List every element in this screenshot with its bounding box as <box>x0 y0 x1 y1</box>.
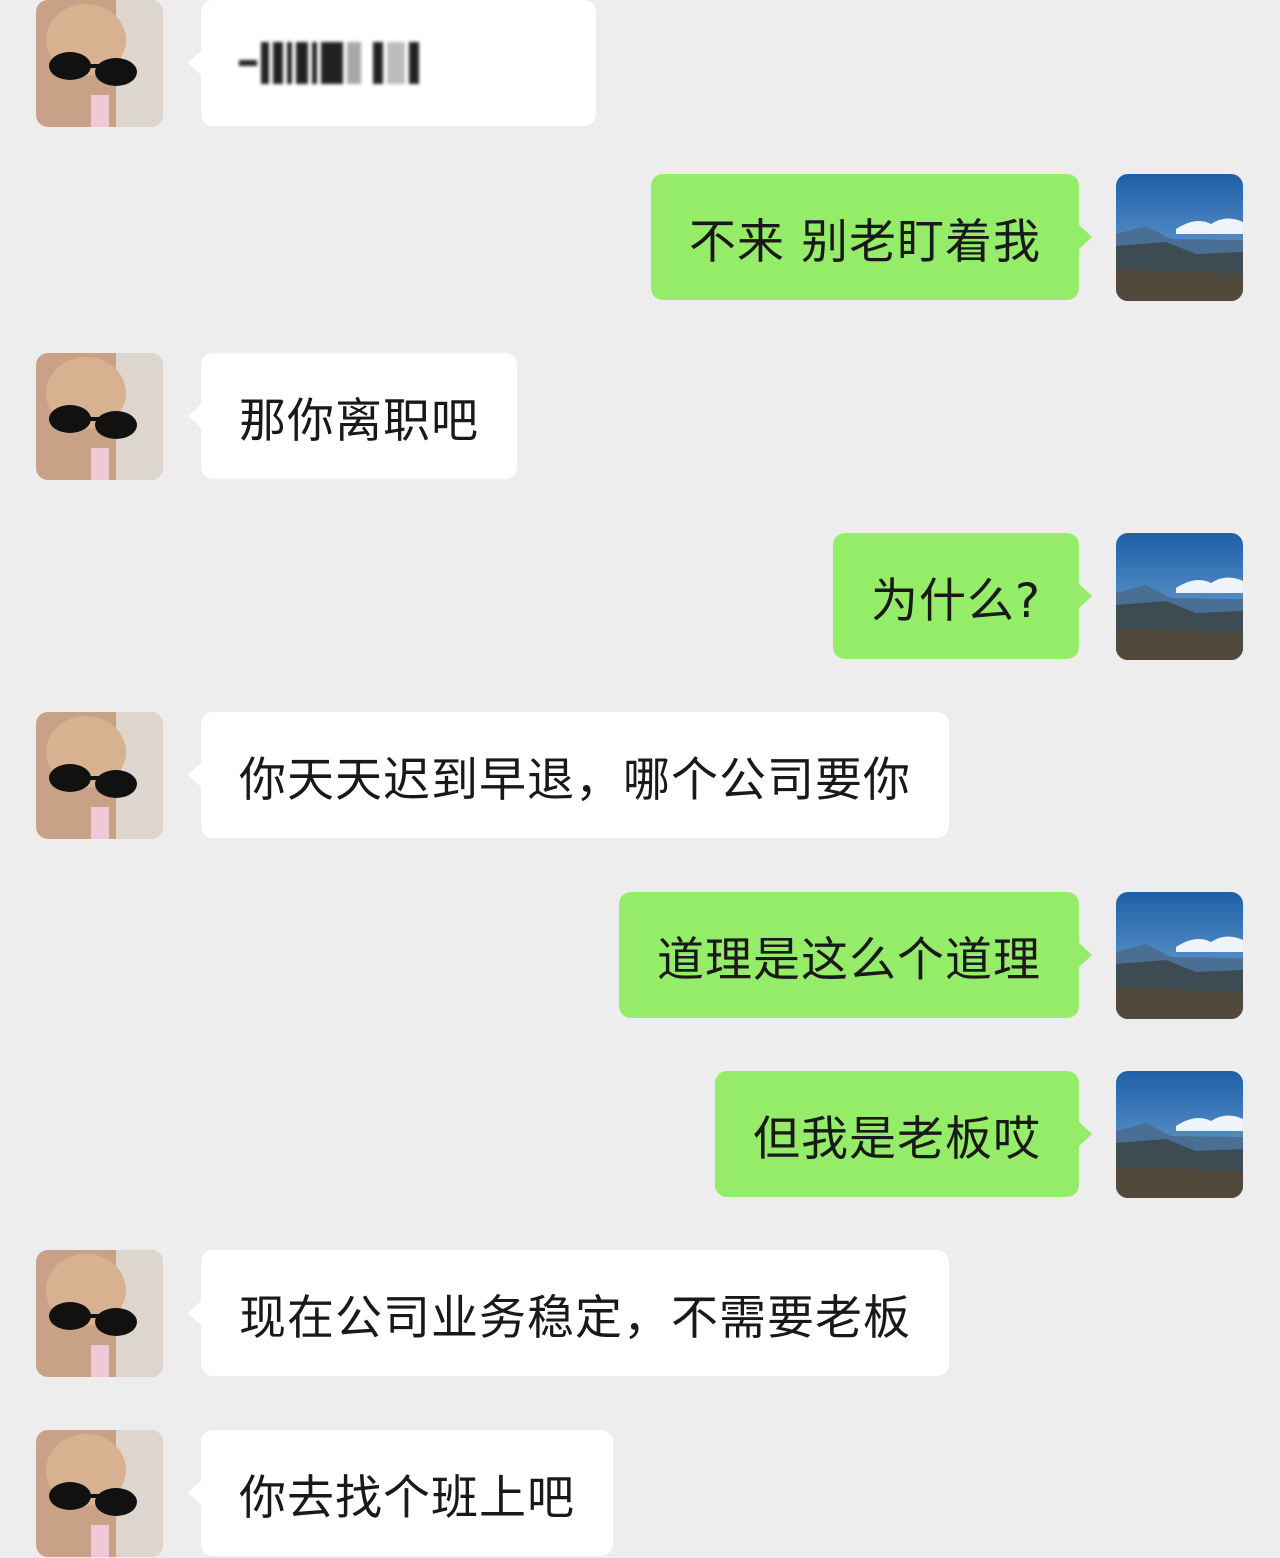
incoming-message-bubble[interactable]: 那你离职吧 <box>188 353 517 479</box>
incoming-message-bubble[interactable]: 现在公司业务稳定，不需要老板 <box>188 1250 949 1376</box>
message-row-outgoing: 不来 别老盯着我 <box>0 174 1280 302</box>
contact-avatar[interactable] <box>36 0 163 127</box>
message-text: 你天天迟到早退，哪个公司要你 <box>239 752 911 808</box>
contact-avatar[interactable] <box>36 1430 163 1557</box>
message-text: 现在公司业务稳定，不需要老板 <box>239 1290 911 1346</box>
message-row-incoming: 那你离职吧 <box>0 353 1280 481</box>
outgoing-message-bubble[interactable]: 不来 别老盯着我 <box>651 174 1092 300</box>
message-text: 但我是老板哎 <box>753 1111 1041 1167</box>
message-row-incoming: 你天天迟到早退，哪个公司要你 <box>0 712 1280 840</box>
redacted-text <box>239 33 419 93</box>
incoming-message-bubble[interactable]: 你去找个班上吧 <box>188 1430 613 1556</box>
message-text: 不来 别老盯着我 <box>689 214 1041 270</box>
message-text: 道理是这么个道理 <box>657 932 1041 988</box>
message-text: 那你离职吧 <box>239 393 479 449</box>
message-row-incoming <box>0 0 1280 128</box>
outgoing-message-bubble[interactable]: 为什么? <box>833 533 1092 659</box>
contact-avatar[interactable] <box>36 1250 163 1377</box>
incoming-message-bubble[interactable] <box>188 0 596 126</box>
outgoing-message-bubble[interactable]: 但我是老板哎 <box>715 1071 1092 1197</box>
message-row-outgoing: 但我是老板哎 <box>0 1071 1280 1199</box>
chat-message-list[interactable]: 不来 别老盯着我 那你离职吧 为什么? 你天天迟到早退，哪个公司要你 道理是这么… <box>0 0 1280 1557</box>
incoming-message-bubble[interactable]: 你天天迟到早退，哪个公司要你 <box>188 712 949 838</box>
message-row-incoming: 你去找个班上吧 <box>0 1430 1280 1558</box>
message-row-incoming: 现在公司业务稳定，不需要老板 <box>0 1250 1280 1378</box>
message-row-outgoing: 道理是这么个道理 <box>0 892 1280 1020</box>
my-avatar[interactable] <box>1116 892 1243 1019</box>
message-text: 为什么? <box>871 573 1041 629</box>
my-avatar[interactable] <box>1116 1071 1243 1198</box>
message-row-outgoing: 为什么? <box>0 533 1280 661</box>
my-avatar[interactable] <box>1116 533 1243 660</box>
outgoing-message-bubble[interactable]: 道理是这么个道理 <box>619 892 1092 1018</box>
message-text: 你去找个班上吧 <box>239 1470 575 1526</box>
my-avatar[interactable] <box>1116 174 1243 301</box>
contact-avatar[interactable] <box>36 712 163 839</box>
contact-avatar[interactable] <box>36 353 163 480</box>
